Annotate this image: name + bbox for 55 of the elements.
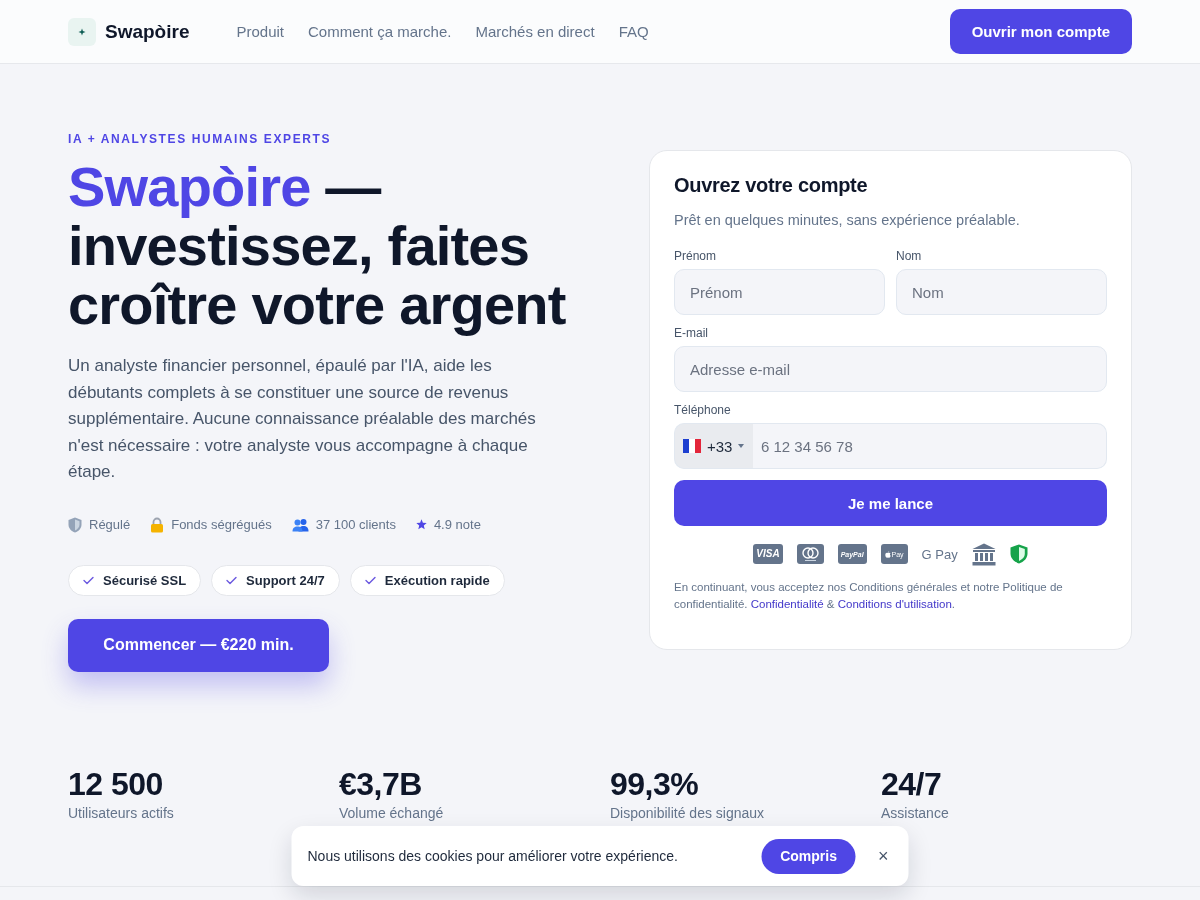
trust-label: Fonds ségrégués [171, 515, 272, 534]
stat-label: Volume échangé [339, 804, 445, 822]
shield-icon [68, 516, 82, 533]
shield-check-icon [1009, 544, 1028, 564]
field-label: Téléphone [674, 402, 732, 418]
feature-label: Support 24/7 [246, 572, 325, 588]
stat-label: Assistance [881, 804, 950, 822]
nav-link[interactable]: FAQ [618, 23, 649, 40]
stat-value: 99,3% [610, 764, 700, 803]
legal-link[interactable]: Conditions d'utilisation [837, 598, 952, 610]
stat-value: €3,7B [339, 764, 423, 803]
start-button[interactable]: Commencer — €220 min. [68, 618, 329, 672]
stat-value: 12 500 [68, 764, 164, 803]
logo-text: VISA [756, 549, 780, 559]
payment-logo: G Pay [921, 546, 958, 562]
nav-link[interactable]: Marchés en direct [475, 23, 595, 40]
feature-label: Exécution rapide [384, 572, 490, 588]
text-input[interactable]: Adresse e-mail [674, 346, 1107, 392]
card-title: Ouvrez votre compte [674, 173, 869, 198]
check-icon [226, 575, 238, 585]
bank-icon [971, 542, 996, 566]
nav-link[interactable]: Comment ça marche. [308, 23, 452, 40]
text-input[interactable]: Prénom [674, 269, 885, 315]
stat-value: 24/7 [881, 764, 943, 803]
check-icon [83, 575, 94, 585]
nav-link[interactable]: Produit [236, 23, 284, 40]
field-label: Prénom [674, 248, 718, 264]
legal-text: En continuant, vous acceptez nos Conditions générales et notre Politique de confidentialité. Confidentialité & Conditions d'utilisation. [674, 580, 1064, 612]
text-input[interactable]: Nom [896, 269, 1107, 315]
field-label: E-mail [674, 325, 709, 341]
star-icon [415, 519, 427, 530]
stat-label: Disponibilité des signaux [610, 804, 766, 822]
eyebrow-text: IA + ANALYSTES HUMAINS EXPERTS [68, 131, 332, 147]
trust-label: 4.9 note [433, 515, 481, 534]
open-account-button[interactable]: Ouvrir mon compte [949, 9, 1132, 54]
feature-label: Sécurisé SSL [103, 572, 187, 588]
stat-label: Utilisateurs actifs [68, 804, 175, 822]
trust-label: Régulé [89, 515, 131, 534]
apple-icon [884, 550, 891, 558]
card-subtitle: Prêt en quelques minutes, sans expérience préalable. [674, 211, 1021, 230]
legal-link[interactable]: Confidentialité [750, 598, 824, 610]
check-icon [364, 575, 376, 585]
accept-button[interactable]: Compris [761, 838, 856, 874]
card-logo-icon [796, 544, 824, 564]
field-label: Nom [896, 248, 923, 264]
people-icon [291, 517, 309, 532]
submit-button[interactable]: Je me lance [674, 480, 1107, 526]
cookie-text: Nous utilisons des cookies pour améliorer votre expérience. [307, 848, 678, 864]
logo-icon [68, 17, 96, 46]
brand-name: Swapòire [105, 20, 190, 43]
hero-heading: Swapòire — investissez, faites croître votre argent [68, 157, 567, 334]
hero-description: Un analyste financier personnel, épaulé par l'IA, aide les débutants complets à se constituer une source de revenus supplémentaire. Aucune connaissance préalable des marchés n'est nécessaire : votre analyste vous accompagne à chaque étape. [68, 355, 537, 483]
close-button[interactable]: × [874, 847, 893, 865]
trust-label: 37 100 clients [315, 515, 396, 534]
lock-icon [150, 516, 165, 533]
